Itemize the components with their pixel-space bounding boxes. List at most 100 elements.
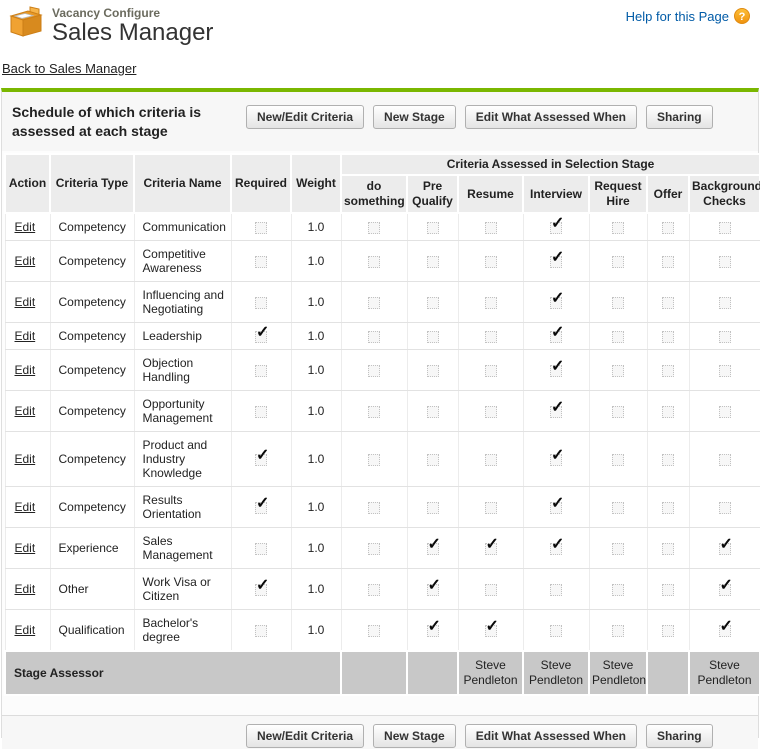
- stage-assessed-cell: [589, 487, 647, 528]
- stage-assessed-cell: [341, 213, 407, 241]
- column-header-stage-interview: Interview: [523, 175, 589, 213]
- checkbox-unchecked: [368, 297, 380, 309]
- checkbox-checked: ✓: [550, 331, 562, 343]
- checkbox-unchecked: [427, 406, 439, 418]
- criteria-type-cell: Competency: [50, 241, 134, 282]
- stage-assessed-cell: [458, 213, 523, 241]
- panel-header: Schedule of which criteria is assessed a…: [2, 92, 758, 151]
- stage-assessed-cell: [647, 323, 689, 350]
- weight-cell: 1.0: [291, 487, 341, 528]
- back-to-sales-manager-link[interactable]: Back to Sales Manager: [2, 61, 136, 76]
- check-mark-icon: ✓: [551, 400, 564, 416]
- stage-assessed-cell: [689, 241, 760, 282]
- checkbox-unchecked: [612, 625, 624, 637]
- stage-assessed-cell: [341, 569, 407, 610]
- stage-assessed-cell: [647, 213, 689, 241]
- checkbox-unchecked: [719, 222, 731, 234]
- checkbox-unchecked: [612, 543, 624, 555]
- checkbox-unchecked: [427, 256, 439, 268]
- checkbox-unchecked: [612, 256, 624, 268]
- checkbox-unchecked: [612, 584, 624, 596]
- help-question-icon[interactable]: ?: [734, 8, 750, 24]
- stage-assessed-cell: [589, 610, 647, 652]
- help-link[interactable]: Help for this Page ?: [626, 8, 750, 24]
- button-sharing[interactable]: Sharing: [646, 724, 713, 748]
- edit-link[interactable]: Edit: [15, 404, 36, 418]
- checkbox-checked: ✓: [550, 406, 562, 418]
- edit-link[interactable]: Edit: [15, 220, 36, 234]
- required-cell: [231, 241, 291, 282]
- required-cell: [231, 528, 291, 569]
- required-cell: ✓: [231, 569, 291, 610]
- stage-assessed-cell: [647, 610, 689, 652]
- checkbox-checked: ✓: [550, 297, 562, 309]
- criteria-name-cell: Competitive Awareness: [134, 241, 231, 282]
- stage-assessed-cell: [689, 350, 760, 391]
- criteria-schedule-panel: Schedule of which criteria is assessed a…: [1, 88, 759, 738]
- checkbox-unchecked: [485, 454, 497, 466]
- check-mark-icon: ✓: [551, 216, 564, 232]
- checkbox-unchecked: [662, 625, 674, 637]
- weight-cell: 1.0: [291, 282, 341, 323]
- stage-assessed-cell: [647, 432, 689, 487]
- edit-link[interactable]: Edit: [15, 254, 36, 268]
- edit-link[interactable]: Edit: [15, 295, 36, 309]
- button-sharing[interactable]: Sharing: [646, 105, 713, 129]
- column-header-weight: Weight: [291, 154, 341, 213]
- stage-assessed-cell: [647, 350, 689, 391]
- stage-assessed-cell: [647, 391, 689, 432]
- stage-assessed-cell: [589, 282, 647, 323]
- criteria-row: EditCompetencyCommunication1.0✓: [5, 213, 760, 241]
- button-new-stage[interactable]: New Stage: [373, 105, 456, 129]
- checkbox-unchecked: [255, 406, 267, 418]
- stage-assessed-cell: [407, 487, 458, 528]
- check-mark-icon: ✓: [551, 496, 564, 512]
- stage-assessed-cell: ✓: [523, 350, 589, 391]
- stage-assessed-cell: [458, 323, 523, 350]
- checkbox-unchecked: [368, 331, 380, 343]
- checkbox-unchecked: [427, 502, 439, 514]
- edit-link[interactable]: Edit: [15, 541, 36, 555]
- edit-link[interactable]: Edit: [15, 363, 36, 377]
- weight-cell: 1.0: [291, 610, 341, 652]
- stage-assessed-cell: [647, 282, 689, 323]
- stage-assessed-cell: [458, 282, 523, 323]
- check-mark-icon: ✓: [720, 619, 733, 635]
- weight-cell: 1.0: [291, 569, 341, 610]
- checkbox-unchecked: [550, 584, 562, 596]
- button-new-edit-criteria[interactable]: New/Edit Criteria: [246, 724, 364, 748]
- button-edit-what-assessed-when[interactable]: Edit What Assessed When: [465, 105, 637, 129]
- checkbox-checked: ✓: [550, 543, 562, 555]
- page-header: Vacancy Configure Sales Manager Help for…: [0, 0, 760, 52]
- checkbox-unchecked: [719, 454, 731, 466]
- edit-link[interactable]: Edit: [15, 329, 36, 343]
- column-header-required: Required: [231, 154, 291, 213]
- criteria-table: Action Criteria Type Criteria Name Requi…: [4, 153, 760, 696]
- checkbox-checked: ✓: [485, 625, 497, 637]
- criteria-row: EditCompetencyObjection Handling1.0✓: [5, 350, 760, 391]
- checkbox-unchecked: [368, 502, 380, 514]
- criteria-row: EditExperienceSales Management1.0✓✓✓✓: [5, 528, 760, 569]
- stage-assessed-cell: [407, 350, 458, 391]
- button-edit-what-assessed-when[interactable]: Edit What Assessed When: [465, 724, 637, 748]
- stage-assessed-cell: [589, 350, 647, 391]
- stage-assessed-cell: [647, 241, 689, 282]
- required-cell: ✓: [231, 432, 291, 487]
- button-new-edit-criteria[interactable]: New/Edit Criteria: [246, 105, 364, 129]
- edit-link[interactable]: Edit: [15, 500, 36, 514]
- button-new-stage[interactable]: New Stage: [373, 724, 456, 748]
- column-header-stage-do-something: do something: [341, 175, 407, 213]
- edit-link[interactable]: Edit: [15, 582, 36, 596]
- checkbox-checked: ✓: [255, 331, 267, 343]
- checkbox-unchecked: [368, 584, 380, 596]
- edit-link[interactable]: Edit: [15, 623, 36, 637]
- criteria-name-cell: Leadership: [134, 323, 231, 350]
- edit-link[interactable]: Edit: [15, 452, 36, 466]
- checkbox-unchecked: [612, 331, 624, 343]
- checkbox-unchecked: [662, 543, 674, 555]
- stage-assessor-cell: [407, 651, 458, 695]
- criteria-type-cell: Competency: [50, 487, 134, 528]
- criteria-type-cell: Competency: [50, 282, 134, 323]
- checkbox-unchecked: [550, 625, 562, 637]
- criteria-name-cell: Results Orientation: [134, 487, 231, 528]
